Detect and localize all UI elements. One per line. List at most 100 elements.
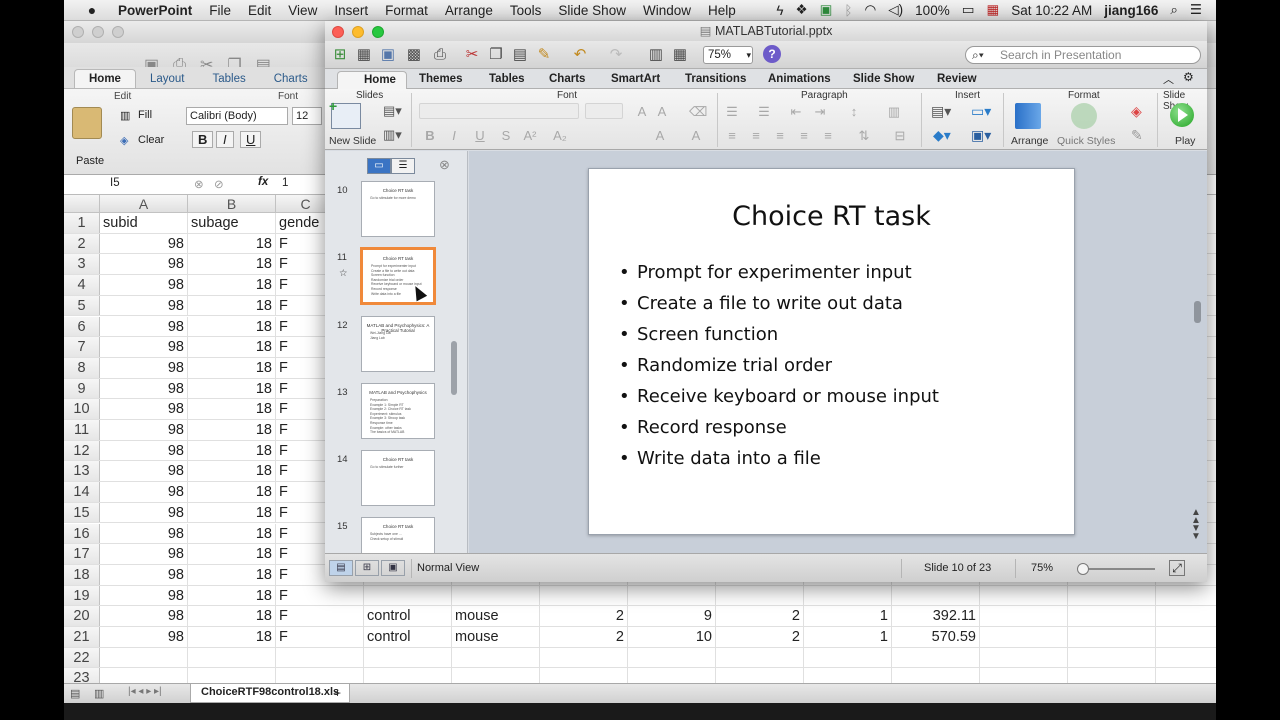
shrink-font-icon[interactable]: A xyxy=(653,103,671,121)
table-cell[interactable]: 98 xyxy=(100,482,188,502)
search-input[interactable]: ⌕▾ Search in Presentation xyxy=(965,46,1201,64)
cancel-icon[interactable]: ⊗ xyxy=(194,177,204,191)
zoom-field[interactable]: 75% ▾ xyxy=(703,46,753,64)
arrange-button[interactable]: Arrange xyxy=(1011,135,1048,147)
thumbnails-view-icon[interactable]: ▭ xyxy=(367,158,391,174)
italic-button[interactable]: I xyxy=(216,131,234,148)
table-cell[interactable]: 98 xyxy=(100,461,188,482)
row-header[interactable]: 4 xyxy=(64,275,100,295)
shape-fill-icon[interactable]: ◈ xyxy=(1131,103,1142,120)
table-cell[interactable]: 98 xyxy=(100,440,188,461)
table-cell[interactable] xyxy=(540,585,628,606)
clear-format-icon[interactable]: ⌫ xyxy=(689,103,707,121)
menu-format[interactable]: Format xyxy=(385,3,428,18)
slide-body[interactable]: Prompt for experimenter inputCreate a fi… xyxy=(617,257,1057,474)
indent-icon[interactable]: ⇥ xyxy=(811,103,829,121)
app-menu[interactable]: PowerPoint xyxy=(118,3,192,18)
bullet-item[interactable]: Write data into a file xyxy=(617,443,1057,474)
table-cell[interactable]: 98 xyxy=(100,337,188,357)
row-header[interactable]: 22 xyxy=(64,647,100,668)
table-cell[interactable]: 98 xyxy=(100,233,188,254)
table-cell[interactable] xyxy=(804,585,892,606)
font-name-field[interactable] xyxy=(419,103,579,119)
sheet-nav-arrows[interactable]: |◂ ◂ ▸ ▸| xyxy=(128,686,162,697)
excel-fill-button[interactable]: Fill xyxy=(138,109,152,121)
tab-review[interactable]: Review xyxy=(927,71,987,89)
table-cell[interactable]: mouse xyxy=(452,627,540,647)
wifi-icon[interactable]: ◠ xyxy=(865,2,877,18)
row-header[interactable]: 8 xyxy=(64,357,100,378)
new-icon[interactable]: ⊞ xyxy=(331,46,349,64)
table-cell[interactable]: 18 xyxy=(188,461,276,482)
thumbnail-scrollbar[interactable] xyxy=(451,341,457,395)
paste-icon[interactable] xyxy=(72,107,102,139)
row-header[interactable]: 21 xyxy=(64,627,100,647)
table-cell[interactable]: 18 xyxy=(188,523,276,544)
row-header[interactable]: 19 xyxy=(64,585,100,606)
table-cell[interactable]: 2 xyxy=(716,627,804,647)
slide-editing-area[interactable]: Choice RT task Prompt for experimenter i… xyxy=(469,151,1207,553)
text-direction-icon[interactable]: ⇅ xyxy=(855,127,873,145)
layout-icon[interactable]: ▤▾ xyxy=(383,103,402,119)
function-icon[interactable]: fx xyxy=(258,176,268,188)
table-cell[interactable]: 98 xyxy=(100,585,188,606)
chevron-down-icon[interactable]: ▾ xyxy=(746,47,751,63)
slide-thumbnail-pane[interactable]: ▭ ☰ ⊗ 10 Choice RT task Go to stimulate fo… xyxy=(325,151,468,553)
row-header[interactable]: 20 xyxy=(64,606,100,626)
excel-minimize-button[interactable] xyxy=(92,26,104,38)
table-cell[interactable]: 570.59 xyxy=(892,627,980,647)
table-cell[interactable] xyxy=(1068,627,1156,647)
table-cell[interactable] xyxy=(188,647,276,668)
play-button[interactable]: Play xyxy=(1175,135,1195,147)
sheet-tab[interactable]: ChoiceRTF98control18.xls xyxy=(190,684,351,703)
slide-thumbnail[interactable]: 15 Choice RT task Subjects have one ... Che… xyxy=(325,517,467,553)
thumbnail-slide[interactable]: Choice RT task Go to stimulate for more d… xyxy=(361,181,435,237)
select-all-corner[interactable] xyxy=(64,195,100,213)
spotlight-icon[interactable]: ⌕ xyxy=(1170,2,1178,18)
close-pane-icon[interactable]: ⊗ xyxy=(439,157,450,173)
bullet-item[interactable]: Screen function xyxy=(617,319,1057,350)
zoom-slider-knob[interactable] xyxy=(1077,563,1089,575)
battery-icon[interactable]: ▭ xyxy=(962,2,975,18)
table-cell[interactable]: 98 xyxy=(100,564,188,585)
undo-icon[interactable]: ↶ xyxy=(571,46,589,64)
table-cell[interactable] xyxy=(980,627,1068,647)
excel-tab-home[interactable]: Home xyxy=(74,69,136,88)
new-slide-icon[interactable]: + xyxy=(329,98,361,129)
slide-nav-arrows[interactable]: ▲ ▲ ▼ ▼ xyxy=(1191,508,1201,542)
save-icon[interactable]: ▩ xyxy=(405,46,423,64)
bullets-icon[interactable]: ☰ xyxy=(723,103,741,121)
font-size-field[interactable] xyxy=(585,103,623,119)
table-cell[interactable] xyxy=(716,585,804,606)
dropbox-icon[interactable]: ❖ xyxy=(796,2,808,18)
table-cell[interactable] xyxy=(540,647,628,668)
row-header[interactable]: 17 xyxy=(64,544,100,564)
table-cell[interactable]: 98 xyxy=(100,295,188,316)
italic-button[interactable]: I xyxy=(445,127,463,145)
table-cell[interactable]: 10 xyxy=(628,627,716,647)
flag-icon[interactable]: ▦ xyxy=(986,2,999,18)
menu-tools[interactable]: Tools xyxy=(510,3,542,18)
apple-icon[interactable]: ● xyxy=(82,2,102,18)
menu-file[interactable]: File xyxy=(209,3,231,18)
excel-tab-charts[interactable]: Charts xyxy=(260,70,322,88)
slide-title[interactable]: Choice RT task xyxy=(589,201,1074,232)
presenter-view-icon[interactable]: ▣ xyxy=(381,560,405,576)
table-cell[interactable] xyxy=(628,647,716,668)
table-cell[interactable]: 18 xyxy=(188,502,276,523)
excel-close-button[interactable] xyxy=(72,26,84,38)
table-cell[interactable] xyxy=(364,585,452,606)
table-cell[interactable]: 98 xyxy=(100,316,188,337)
table-cell[interactable]: control xyxy=(364,606,452,626)
table-cell[interactable]: 98 xyxy=(100,399,188,419)
sidebar-icon[interactable]: ▦ xyxy=(671,46,689,64)
menu-arrange[interactable]: Arrange xyxy=(445,3,493,18)
row-header[interactable]: 13 xyxy=(64,461,100,482)
table-cell[interactable] xyxy=(980,585,1068,606)
table-cell[interactable]: 98 xyxy=(100,275,188,295)
table-cell[interactable]: mouse xyxy=(452,606,540,626)
table-cell[interactable]: 18 xyxy=(188,337,276,357)
tab-themes[interactable]: Themes xyxy=(409,71,472,89)
table-cell[interactable]: 18 xyxy=(188,399,276,419)
table-row[interactable]: 22 xyxy=(64,647,1216,669)
